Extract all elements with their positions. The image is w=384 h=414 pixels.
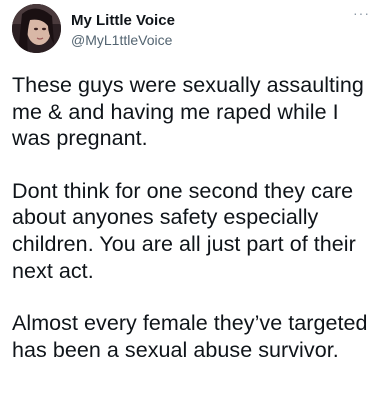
tweet-header: My Little Voice @MyL1ttleVoice (12, 0, 372, 60)
author-handle[interactable]: @MyL1ttleVoice (71, 31, 372, 49)
tweet-paragraph-3: Almost every female they’ve targeted has… (12, 311, 368, 362)
author-names: My Little Voice @MyL1ttleVoice (71, 4, 372, 49)
avatar-image (12, 4, 61, 53)
author-display-name[interactable]: My Little Voice (71, 12, 372, 30)
tweet-paragraph-1: These guys were sexually assaulting me &… (12, 73, 364, 151)
tweet-text: These guys were sexually assaulting me &… (12, 72, 372, 363)
tweet-card: My Little Voice @MyL1ttleVoice ··· These… (0, 0, 384, 414)
tweet-paragraph-2: Dont think for one second they care abou… (12, 178, 356, 283)
more-horizontal-icon[interactable]: ··· (353, 6, 370, 20)
avatar[interactable] (12, 4, 61, 53)
